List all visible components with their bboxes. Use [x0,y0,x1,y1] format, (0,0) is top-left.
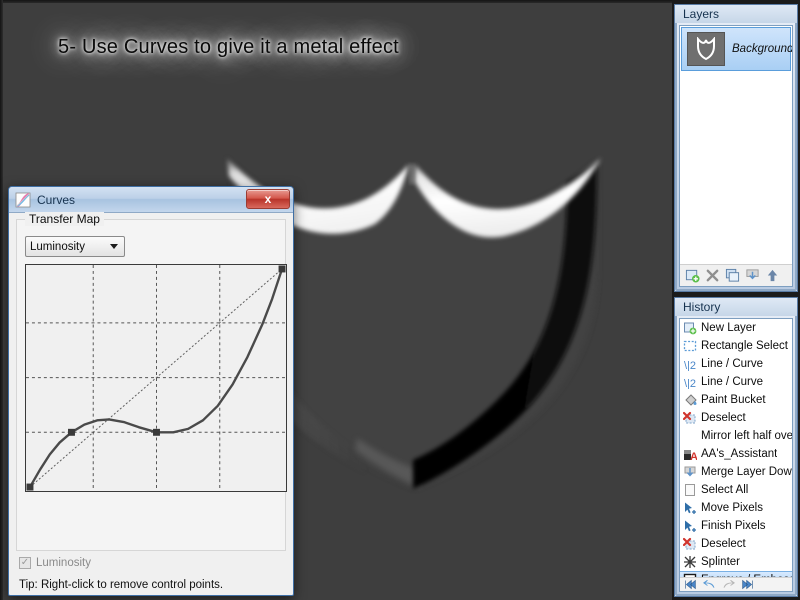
rewind-icon[interactable] [684,579,697,590]
shield-thumbnail-icon [697,37,715,61]
deselect-icon [683,537,696,550]
merge-down-icon [684,466,696,477]
tip-text: Tip: Right-click to remove control point… [19,579,224,591]
layers-toolbar[interactable] [680,264,792,286]
curve-control-point[interactable] [26,483,34,491]
history-item-label: Finish Pixels [701,520,766,532]
layer-thumbnail [687,32,725,66]
history-list[interactable]: New Layer Rectangle Select \|2 Line / Curve… [680,319,792,577]
fast-forward-icon[interactable] [741,579,754,590]
history-item-label: Mirror left half over rig [701,430,792,442]
history-item[interactable]: Rectangle Select [680,337,792,355]
history-item-label: Paint Bucket [701,394,766,406]
channel-select[interactable]: Luminosity [25,236,125,257]
curves-dialog-title: Curves [37,192,76,207]
layers-panel-title: Layers [675,5,797,23]
history-item[interactable]: Paint Bucket [680,391,792,409]
transfer-map-label: Transfer Map [25,212,104,226]
history-item[interactable]: New Layer [680,319,792,337]
luminosity-checkbox[interactable]: ✓ Luminosity [19,557,91,569]
history-item-label: Line / Curve [701,358,764,370]
luminosity-checkbox-box[interactable]: ✓ [19,557,31,569]
layer-row-background[interactable]: Background [681,27,792,71]
curves-dialog-body: Transfer Map Luminosity ✓ Luminosity Tip… [9,212,293,595]
transfer-map-group: Transfer Map Luminosity [16,212,287,551]
curves-graph[interactable] [25,264,287,492]
duplicate-layer-icon[interactable] [725,268,740,283]
paint-net-window: 5- Use Curves to give it a metal effect … [0,0,800,600]
canvas-top-edge [0,0,672,3]
redo-icon[interactable] [722,579,735,590]
history-item[interactable]: Finish Pixels [680,517,792,535]
none [683,429,697,443]
line-curve-icon: \|2 [684,360,696,371]
rectangle-select-icon [683,340,697,352]
history-item[interactable]: Splinter [680,553,792,571]
history-item[interactable]: Move Pixels [680,499,792,517]
layers-panel: Layers Background [674,4,798,292]
history-item[interactable]: \|2 Line / Curve [680,373,792,391]
close-icon[interactable]: x [246,189,290,209]
layer-name-label: Background [732,43,792,55]
channel-select-value: Luminosity [30,240,85,253]
history-item-label: Select All [701,484,749,496]
layers-panel-body: Background [679,25,793,287]
svg-text:\|2: \|2 [684,360,696,371]
history-item-label: Rectangle Select [701,340,788,352]
luminosity-checkbox-label: Luminosity [36,557,91,569]
new-layer-icon [684,322,697,335]
history-item[interactable]: \|2 Line / Curve [680,355,792,373]
select-all-icon [685,484,695,496]
undo-icon[interactable] [703,579,716,590]
paint-bucket-icon [685,394,697,406]
layers-list[interactable]: Background [680,26,792,264]
merge-layer-down-icon[interactable] [745,268,760,283]
history-item-label: New Layer [701,322,756,334]
history-panel-title: History [675,298,797,316]
deselect-icon [683,411,696,424]
aa-assistant-icon: A [684,450,697,461]
history-item-label: Move Pixels [701,502,763,514]
history-item-label: Deselect [701,538,746,550]
history-toolbar[interactable] [680,577,792,591]
finish-pixels-icon [685,520,696,532]
curves-dialog[interactable]: Curves x Transfer Map Luminosity ✓ Lumin… [8,186,294,596]
add-layer-icon[interactable] [685,268,700,283]
move-layer-up-icon[interactable] [765,268,780,283]
line-curve-icon: \|2 [684,378,696,389]
curves-icon [15,192,31,207]
history-panel: History New Layer Rectangle Select \|2 Line… [674,297,798,597]
history-item[interactable]: Deselect [680,535,792,553]
history-panel-body: New Layer Rectangle Select \|2 Line / Curve… [679,318,793,592]
move-pixels-icon [685,502,696,514]
splinter-icon [684,556,696,568]
chevron-down-icon[interactable] [110,244,118,249]
history-item[interactable]: Deselect [680,409,792,427]
history-item-label: Line / Curve [701,376,764,388]
history-item-label: AA's_Assistant [701,448,778,460]
svg-text:\|2: \|2 [684,378,696,389]
canvas-caption-text: 5- Use Curves to give it a metal effect [58,36,399,58]
history-item-label: Merge Layer Down [701,466,792,478]
canvas-left-edge [0,0,3,600]
svg-text:A: A [690,451,697,461]
history-item-label: Deselect [701,412,746,424]
curves-dialog-titlebar[interactable]: Curves x [9,187,293,213]
history-item[interactable]: Select All [680,481,792,499]
history-item[interactable]: Mirror left half over rig [680,427,792,445]
delete-layer-icon[interactable] [705,268,720,283]
curve-control-point[interactable] [278,265,286,273]
history-item[interactable]: A AA's_Assistant [680,445,792,463]
history-item-label: Splinter [701,556,740,568]
curve-control-point[interactable] [68,428,75,436]
curve-control-point[interactable] [153,428,160,436]
history-item[interactable]: Merge Layer Down [680,463,792,481]
